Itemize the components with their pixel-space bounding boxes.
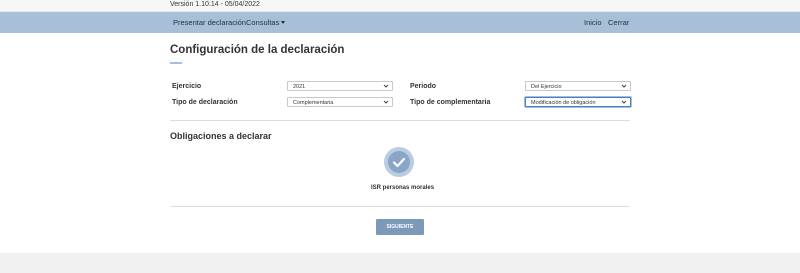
chevron-down-icon <box>621 100 627 104</box>
footer-strip <box>0 253 800 273</box>
tipo-declaracion-select[interactable]: Complementaria <box>287 97 393 107</box>
chevron-down-icon <box>621 84 627 88</box>
obligacion-isr-toggle[interactable] <box>384 147 414 177</box>
nav-presentar-declaracion[interactable]: Presentar declaración <box>173 18 246 27</box>
ejercicio-label: Ejercicio <box>172 83 202 90</box>
nav-consultas-label: Consultas <box>246 18 280 27</box>
obligaciones-title: Obligaciones a declarar <box>170 131 272 141</box>
obligacion-isr-label: ISR personas morales <box>371 185 435 191</box>
top-navbar: Presentar declaración Consultas Inicio C… <box>0 12 800 33</box>
tipo-declaracion-label: Tipo de declaración <box>172 99 238 106</box>
periodo-select[interactable]: Del Ejercicio <box>525 81 631 91</box>
tipo-complementaria-value: Modificación de obligación <box>531 99 596 106</box>
divider <box>170 120 630 121</box>
nav-inicio[interactable]: Inicio <box>584 18 602 27</box>
caret-down-icon <box>281 21 286 24</box>
title-underline <box>170 62 182 64</box>
siguiente-button[interactable]: SIGUIENTE <box>376 219 424 235</box>
nav-cerrar[interactable]: Cerrar <box>608 18 629 27</box>
tipo-declaracion-value: Complementaria <box>293 99 334 106</box>
ejercicio-value: 2021 <box>293 83 306 90</box>
divider <box>170 206 630 207</box>
main-content: Configuración de la declaración Ejercici… <box>0 33 800 253</box>
nav-consultas-dropdown[interactable]: Consultas <box>246 18 286 27</box>
tipo-complementaria-label: Tipo de complementaria <box>410 99 491 106</box>
chevron-down-icon <box>383 100 389 104</box>
page-title: Configuración de la declaración <box>170 44 345 56</box>
periodo-value: Del Ejercicio <box>531 83 562 90</box>
periodo-label: Periodo <box>410 83 437 90</box>
chevron-down-icon <box>383 84 389 88</box>
check-circle-icon <box>388 151 410 173</box>
ejercicio-select[interactable]: 2021 <box>287 81 393 91</box>
check-icon <box>392 157 406 168</box>
tipo-complementaria-select[interactable]: Modificación de obligación <box>525 97 631 107</box>
version-text: Versión 1.10.14 - 05/04/2022 <box>170 1 260 8</box>
version-bar: Versión 1.10.14 - 05/04/2022 <box>0 0 800 12</box>
